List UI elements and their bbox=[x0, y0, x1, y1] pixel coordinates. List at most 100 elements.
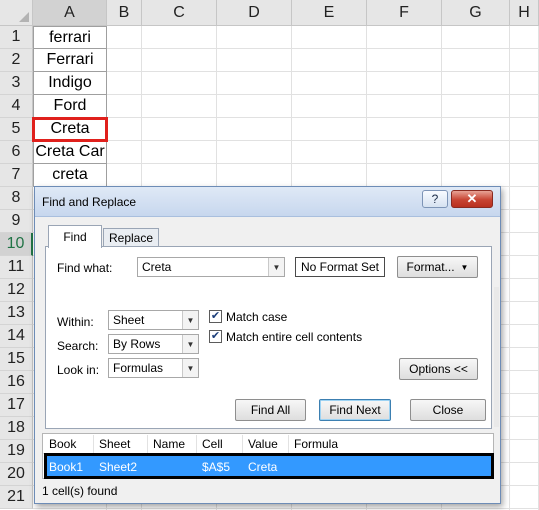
match-entire-label: Match entire cell contents bbox=[226, 330, 363, 344]
find-what-value: Creta bbox=[142, 260, 172, 274]
status-text: 1 cell(s) found bbox=[42, 484, 118, 498]
column-a-cells: ferrari Ferrari Indigo Ford Creta Creta Car cr… bbox=[32, 26, 108, 187]
select-all-triangle-icon bbox=[19, 12, 29, 22]
column-header-a[interactable]: A bbox=[33, 0, 107, 26]
result-book: Book1 bbox=[49, 460, 84, 474]
column-separator bbox=[288, 435, 289, 453]
results-col-value[interactable]: Value bbox=[248, 437, 278, 451]
chevron-down-icon[interactable]: ▼ bbox=[268, 258, 284, 276]
row-header-14[interactable]: 14 bbox=[0, 325, 33, 348]
find-what-label: Find what: bbox=[57, 261, 113, 275]
tab-replace[interactable]: Replace bbox=[103, 228, 159, 247]
results-col-formula[interactable]: Formula bbox=[294, 437, 338, 451]
column-header-g[interactable]: G bbox=[442, 0, 510, 26]
row-header-9[interactable]: 9 bbox=[0, 210, 33, 233]
dialog-titlebar[interactable]: Find and Replace ? ✕ bbox=[35, 187, 500, 217]
match-case-label: Match case bbox=[226, 310, 288, 324]
row-header-21[interactable]: 21 bbox=[0, 486, 33, 509]
results-col-name[interactable]: Name bbox=[153, 437, 185, 451]
look-in-select[interactable]: Formulas ▼ bbox=[108, 358, 199, 378]
chevron-down-icon[interactable]: ▼ bbox=[182, 335, 198, 353]
look-in-label: Look in: bbox=[57, 363, 100, 377]
column-header-e[interactable]: E bbox=[292, 0, 367, 26]
find-next-button[interactable]: Find Next bbox=[319, 399, 391, 421]
column-headers: ABCDEFGH bbox=[33, 0, 539, 26]
results-col-sheet[interactable]: Sheet bbox=[99, 437, 130, 451]
tab-find[interactable]: Find bbox=[48, 225, 102, 248]
result-value: Creta bbox=[248, 460, 278, 474]
chevron-down-icon[interactable]: ▼ bbox=[182, 311, 198, 329]
row-header-12[interactable]: 12 bbox=[0, 279, 33, 302]
search-select[interactable]: By Rows ▼ bbox=[108, 334, 199, 354]
row-header-5[interactable]: 5 bbox=[0, 118, 33, 141]
gridline-horizontal bbox=[33, 48, 539, 49]
row-header-1[interactable]: 1 bbox=[0, 26, 33, 49]
results-col-book[interactable]: Book bbox=[49, 437, 76, 451]
cell-a7[interactable]: creta bbox=[33, 164, 107, 187]
find-what-input[interactable]: Creta ▼ bbox=[137, 257, 285, 277]
column-header-h[interactable]: H bbox=[510, 0, 539, 26]
column-separator bbox=[147, 435, 148, 453]
gridline-horizontal bbox=[33, 508, 539, 509]
within-label: Within: bbox=[57, 315, 94, 329]
row-header-7[interactable]: 7 bbox=[0, 164, 33, 187]
tab-find-label: Find bbox=[63, 230, 87, 244]
match-case-checkbox[interactable]: ✔ bbox=[209, 310, 222, 323]
within-select[interactable]: Sheet ▼ bbox=[108, 310, 199, 330]
within-value: Sheet bbox=[113, 313, 145, 327]
cell-a3[interactable]: Indigo bbox=[33, 72, 107, 95]
results-col-cell[interactable]: Cell bbox=[202, 437, 223, 451]
row-header-11[interactable]: 11 bbox=[0, 256, 33, 279]
row-header-2[interactable]: 2 bbox=[0, 49, 33, 72]
help-button[interactable]: ? bbox=[422, 190, 448, 208]
row-header-16[interactable]: 16 bbox=[0, 371, 33, 394]
close-button[interactable]: Close bbox=[410, 399, 486, 421]
row-header-18[interactable]: 18 bbox=[0, 417, 33, 440]
column-header-d[interactable]: D bbox=[217, 0, 292, 26]
column-header-c[interactable]: C bbox=[142, 0, 217, 26]
format-preview: No Format Set bbox=[295, 257, 385, 277]
row-header-3[interactable]: 3 bbox=[0, 72, 33, 95]
column-header-f[interactable]: F bbox=[367, 0, 442, 26]
column-separator bbox=[93, 435, 94, 453]
match-entire-checkbox[interactable]: ✔ bbox=[209, 330, 222, 343]
row-header-10[interactable]: 10 bbox=[0, 233, 33, 256]
format-button[interactable]: Format... ▼ bbox=[397, 256, 478, 278]
gridline-horizontal bbox=[33, 94, 539, 95]
select-all-corner[interactable] bbox=[0, 0, 33, 26]
row-header-8[interactable]: 8 bbox=[0, 187, 33, 210]
look-in-value: Formulas bbox=[113, 361, 164, 375]
cell-a1[interactable]: ferrari bbox=[33, 26, 107, 49]
options-button[interactable]: Options << bbox=[399, 358, 478, 380]
results-header: Book Sheet Name Cell Value Formula bbox=[43, 434, 493, 454]
tab-replace-label: Replace bbox=[108, 231, 154, 245]
row-headers: 1 2 3 4 5 6 7 8 9 10 11 12 13 14 15 16 17 18 19 20 21 bbox=[0, 26, 33, 509]
cell-a6[interactable]: Creta Car bbox=[33, 141, 107, 164]
row-header-13[interactable]: 13 bbox=[0, 302, 33, 325]
gridline-horizontal bbox=[33, 71, 539, 72]
gridline-horizontal bbox=[33, 140, 539, 141]
column-header-b[interactable]: B bbox=[107, 0, 142, 26]
find-all-button[interactable]: Find All bbox=[235, 399, 306, 421]
result-cell: $A$5 bbox=[202, 460, 231, 474]
row-header-17[interactable]: 17 bbox=[0, 394, 33, 417]
panel-scroll-edge bbox=[494, 287, 499, 427]
results-list[interactable]: Book Sheet Name Cell Value Formula Book1… bbox=[42, 433, 494, 479]
row-header-6[interactable]: 6 bbox=[0, 141, 33, 164]
chevron-down-icon[interactable]: ▼ bbox=[182, 359, 198, 377]
row-header-4[interactable]: 4 bbox=[0, 95, 33, 118]
close-icon[interactable]: ✕ bbox=[451, 190, 493, 208]
dialog-title: Find and Replace bbox=[42, 195, 137, 209]
result-row[interactable]: Book1 Sheet2 $A$5 Creta bbox=[44, 453, 494, 479]
cell-a4[interactable]: Ford bbox=[33, 95, 107, 118]
column-separator bbox=[196, 435, 197, 453]
find-replace-dialog: Find and Replace ? ✕ Find Replace Find w… bbox=[34, 186, 501, 504]
row-header-20[interactable]: 20 bbox=[0, 463, 33, 486]
row-header-19[interactable]: 19 bbox=[0, 440, 33, 463]
column-separator bbox=[242, 435, 243, 453]
cell-a2[interactable]: Ferrari bbox=[33, 49, 107, 72]
gridline-horizontal bbox=[33, 163, 539, 164]
cell-a5[interactable]: Creta bbox=[32, 117, 108, 142]
format-button-label: Format... bbox=[406, 260, 455, 274]
row-header-15[interactable]: 15 bbox=[0, 348, 33, 371]
